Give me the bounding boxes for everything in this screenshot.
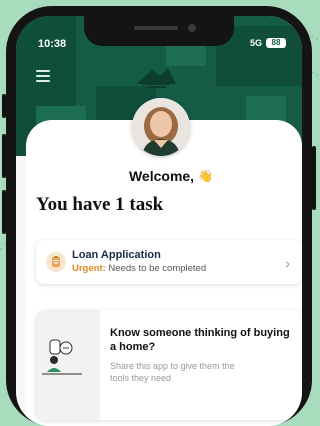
network-indicator: 5G <box>249 38 262 48</box>
status-indicators: 5G 88 <box>250 38 286 48</box>
task-title: Loan Application <box>72 249 161 261</box>
task-status-text: Needs to be completed <box>108 263 207 274</box>
menu-icon[interactable] <box>36 70 50 82</box>
advisor-avatar <box>132 98 190 156</box>
referral-description: Share this app to give them the tools th… <box>110 361 235 383</box>
battery-icon: 88 <box>266 38 286 48</box>
waving-hand-icon: 👋 <box>198 169 214 183</box>
referral-card[interactable]: Know someone thinking of buying a home? … <box>36 310 302 420</box>
referral-illustration <box>36 310 100 420</box>
phone-power-button <box>312 146 316 210</box>
referral-title: Know someone thinking of buying a home? <box>110 327 290 353</box>
brand-logo <box>136 68 176 88</box>
phone-volume-down <box>2 190 6 234</box>
clipboard-icon <box>46 252 66 272</box>
welcome-message: Welcome, 👋 <box>110 165 232 187</box>
front-camera <box>188 24 196 32</box>
urgent-label: Urgent: <box>72 263 106 274</box>
task-card-loan-application[interactable]: Loan Application Urgent: Needs to be com… <box>36 240 302 284</box>
phone-volume-up <box>2 134 6 178</box>
phone-silent-switch <box>2 94 6 118</box>
welcome-text: Welcome, <box>128 168 195 184</box>
phone-notch <box>84 16 234 46</box>
task-status: Urgent: Needs to be completed <box>72 263 206 274</box>
chevron-right-icon: › <box>285 255 290 271</box>
app-screen: 10:38 5G 88 Welcome, 👋 You have 1 task L… <box>16 16 302 426</box>
status-time: 10:38 <box>38 38 67 50</box>
task-count-heading: You have 1 task <box>36 194 164 215</box>
speaker-grille <box>134 26 178 30</box>
